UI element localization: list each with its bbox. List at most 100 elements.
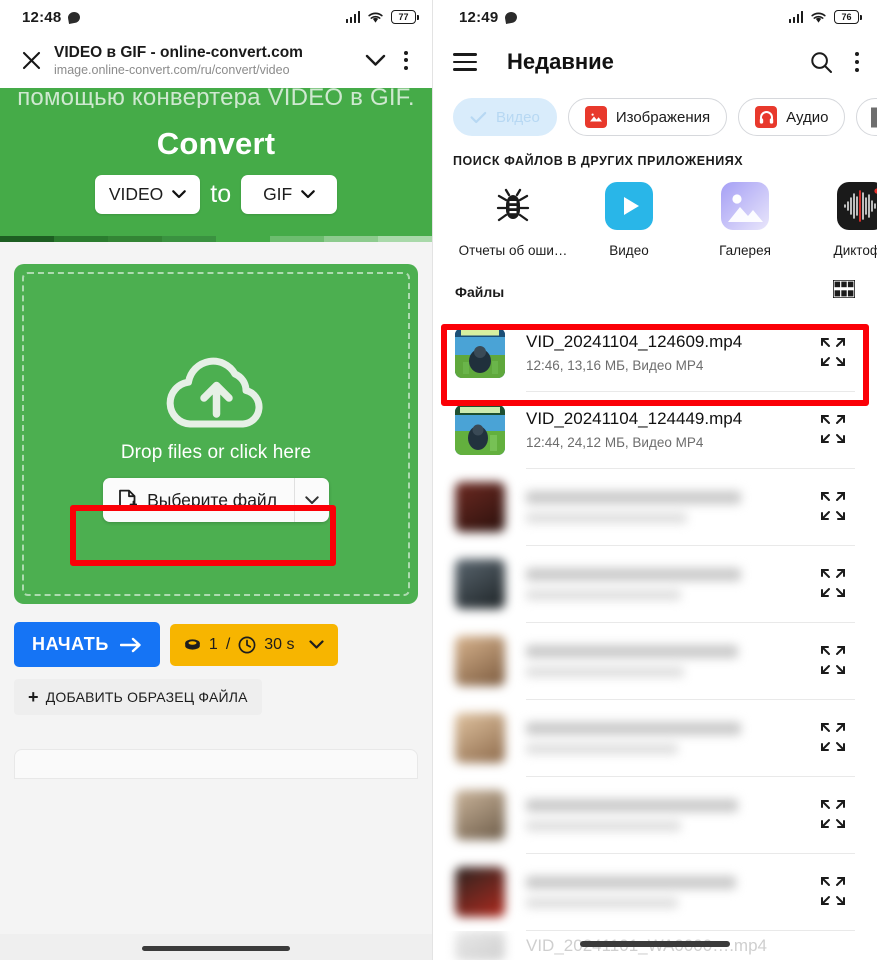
files-section-header: Файлы [433, 258, 877, 303]
file-text [526, 876, 813, 908]
table-row[interactable] [433, 854, 877, 930]
bug-icon [455, 182, 571, 230]
left-phone-panel: 12:48 77 VIDEO в GIF - online-convert.co… [0, 0, 433, 960]
start-button-label: НАЧАТЬ [32, 634, 109, 654]
coin-icon [185, 638, 200, 650]
status-time: 12:48 [22, 8, 62, 26]
file-meta: 12:46, 13,16 МБ, Видео MP4 [526, 358, 704, 373]
browser-address-block[interactable]: VIDEO в GIF - online-convert.com image.o… [48, 40, 358, 79]
app-item-video[interactable]: Видео [571, 182, 687, 258]
grid-view-icon[interactable] [832, 279, 856, 303]
expand-icon[interactable] [813, 717, 855, 759]
credits-count: 1 [208, 635, 218, 653]
format-selector-row: VIDEO to GIF [0, 162, 432, 236]
file-text [526, 722, 813, 754]
gesture-bar[interactable] [142, 946, 290, 951]
credits-button[interactable]: 1 / 30 s [169, 623, 338, 666]
expand-icon[interactable] [813, 563, 855, 605]
choose-file-wrap: Выберите файл [14, 478, 418, 522]
table-row[interactable]: VID_20241104_124449.mp4 12:44, 24,12 МБ,… [433, 392, 877, 468]
chip-audio-label: Аудио [786, 108, 829, 126]
add-sample-file-button[interactable]: + ДОБАВИТЬ ОБРАЗЕЦ ФАЙЛА [14, 679, 262, 715]
status-indicators: 77 [345, 10, 419, 24]
file-thumbnail [455, 405, 505, 455]
hero-title: Convert [156, 126, 276, 161]
search-icon[interactable] [810, 51, 833, 74]
chevron-down-icon[interactable] [358, 40, 392, 80]
chip-images-label: Изображения [615, 108, 711, 126]
file-text [526, 799, 813, 831]
choose-file-button[interactable]: Выберите файл [103, 478, 329, 522]
chip-video-label: Видео [496, 108, 540, 126]
credits-time: 30 s [264, 635, 295, 653]
expand-icon[interactable] [813, 409, 855, 451]
hamburger-icon[interactable] [453, 53, 483, 71]
chip-documents[interactable] [856, 98, 877, 136]
to-word: to [210, 180, 232, 208]
chip-video[interactable]: Видео [453, 98, 557, 136]
kebab-menu-icon[interactable] [392, 40, 420, 80]
battery-icon: 77 [391, 10, 419, 24]
clock-icon [238, 636, 256, 653]
page-body: Drop files or click here Выберите файл Н… [0, 264, 432, 960]
chat-bubble-icon [67, 10, 82, 24]
expand-icon[interactable] [813, 640, 855, 682]
progress-stripe [0, 236, 432, 242]
signal-icon [345, 11, 360, 23]
app-item-label: Диктофо [833, 243, 877, 258]
signal-icon [788, 11, 803, 23]
page-url: image.online-convert.com/ru/convert/vide… [54, 63, 290, 77]
file-text [526, 491, 813, 523]
choose-file-main[interactable]: Выберите файл [103, 478, 295, 522]
dropzone[interactable]: Drop files or click here Выберите файл [14, 264, 418, 604]
table-row[interactable]: VID_20241104_124609.mp4 12:46, 13,16 МБ,… [433, 315, 877, 391]
choose-file-label: Выберите файл [147, 489, 277, 510]
screenshot-root: 12:48 77 VIDEO в GIF - online-convert.co… [0, 0, 877, 960]
expand-icon[interactable] [813, 486, 855, 528]
file-thumbnail [455, 636, 505, 686]
kebab-menu-icon[interactable] [854, 52, 859, 72]
page-title: Недавние [507, 49, 614, 74]
chip-images[interactable]: Изображения [567, 98, 728, 136]
headphones-icon [755, 106, 778, 128]
chevron-down-icon [172, 190, 187, 199]
chip-audio[interactable]: Аудио [738, 98, 846, 136]
table-row[interactable] [433, 469, 877, 545]
expand-icon[interactable] [813, 332, 855, 374]
app-item-bug-reports[interactable]: Отчеты об оши… [455, 182, 571, 258]
table-row[interactable] [433, 623, 877, 699]
file-thumbnail [455, 482, 505, 532]
file-name: VID_20241104_124609.mp4 [526, 332, 743, 351]
right-phone-panel: 12:49 76 Недавние Видео Изображения Ауди… [433, 0, 877, 960]
app-item-label: Отчеты об оши… [458, 243, 568, 258]
app-item-gallery[interactable]: Галерея [687, 182, 803, 258]
wifi-icon [368, 12, 383, 23]
battery-icon: 76 [834, 10, 862, 24]
app-item-voice-recorder[interactable]: Диктофо [803, 182, 877, 258]
table-row[interactable] [433, 700, 877, 776]
start-button[interactable]: НАЧАТЬ [14, 622, 160, 667]
status-indicators: 76 [788, 10, 862, 24]
gesture-bar[interactable] [580, 941, 730, 947]
expand-icon[interactable] [813, 794, 855, 836]
wifi-icon [811, 12, 826, 23]
table-row[interactable] [433, 546, 877, 622]
file-thumbnail [455, 328, 505, 378]
play-icon [571, 182, 687, 230]
app-bar-actions [810, 51, 859, 74]
close-icon[interactable] [14, 40, 48, 80]
file-text: VID_20241104_124449.mp4 12:44, 24,12 МБ,… [526, 408, 813, 452]
expand-icon[interactable] [813, 871, 855, 913]
table-row[interactable] [433, 777, 877, 853]
app-item-label: Видео [609, 243, 649, 258]
files-section-label: Файлы [455, 283, 505, 300]
choose-file-dropdown[interactable] [295, 485, 329, 516]
check-icon [470, 111, 487, 123]
from-format-select[interactable]: VIDEO [94, 175, 201, 214]
image-icon [584, 106, 607, 128]
to-format-select[interactable]: GIF [241, 175, 338, 214]
right-status-bar: 12:49 76 [433, 0, 877, 34]
chevron-down-icon [301, 190, 316, 199]
cloud-upload-icon [166, 357, 263, 428]
gallery-icon [687, 182, 803, 230]
